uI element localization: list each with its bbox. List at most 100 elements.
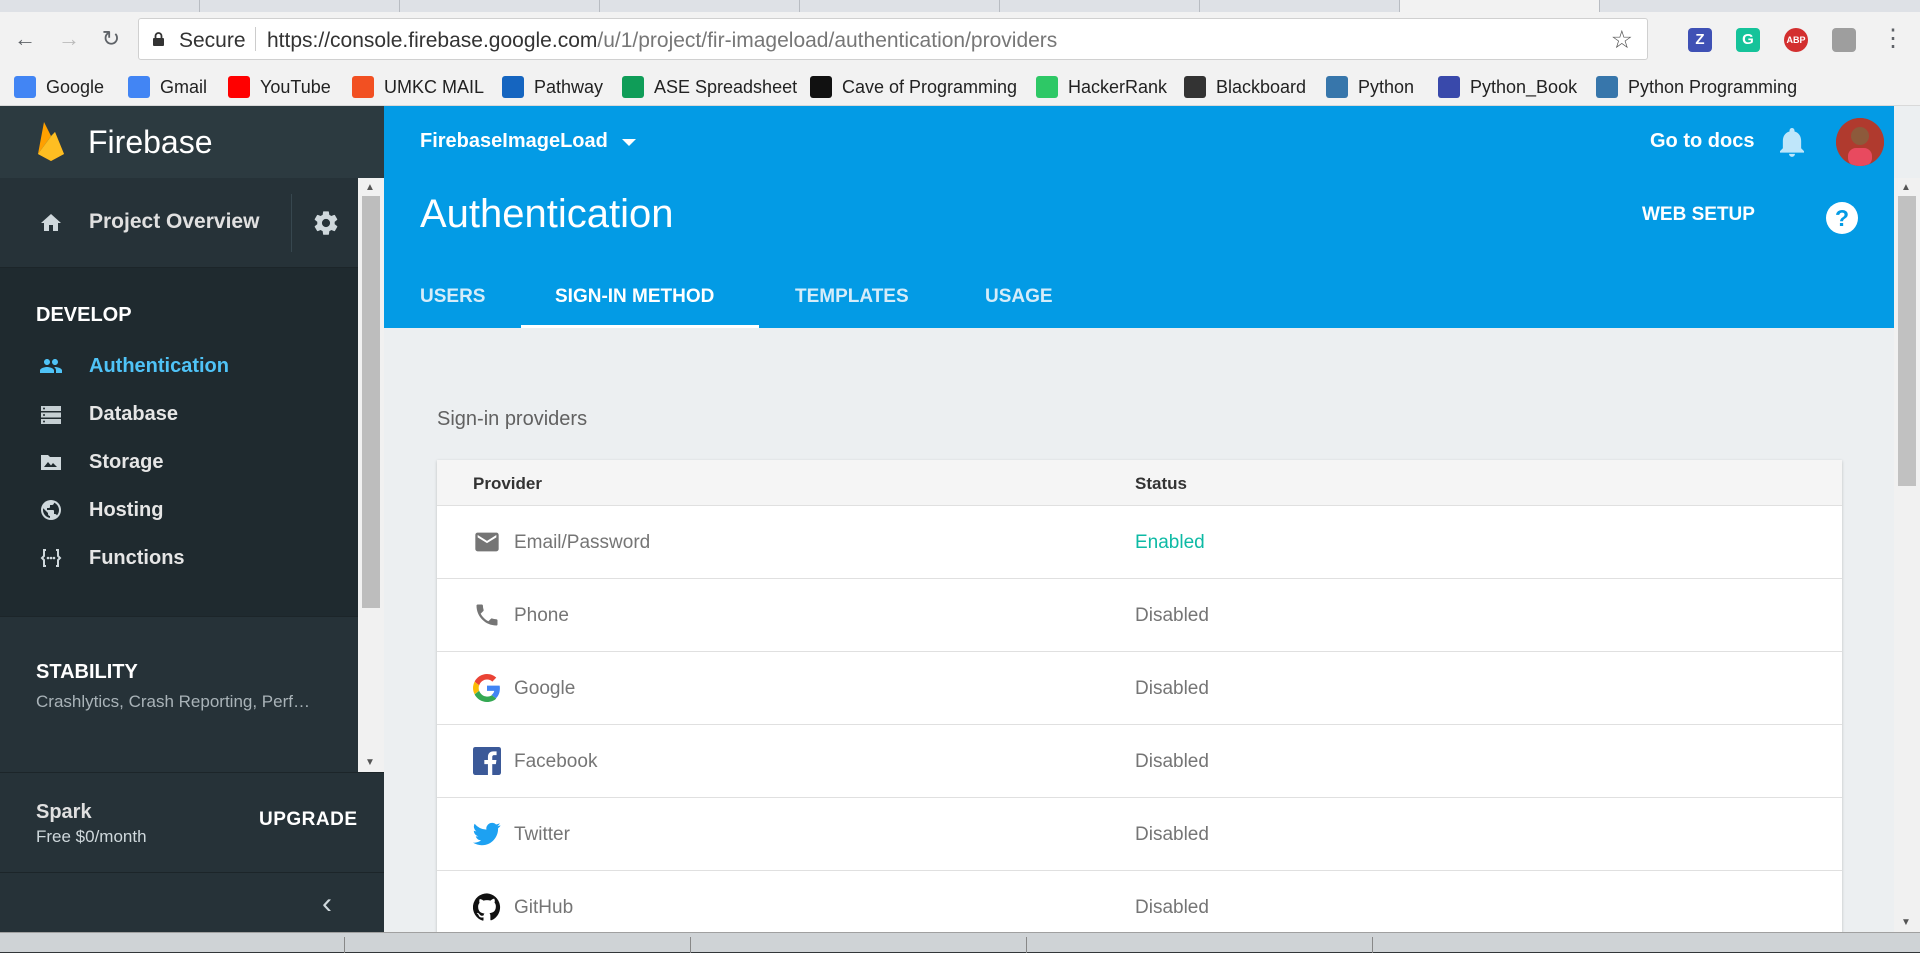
project-selector[interactable]: FirebaseImageLoad: [420, 130, 608, 153]
z-extension-icon[interactable]: Z: [1688, 28, 1712, 52]
browser-tab[interactable]: [800, 0, 1000, 12]
browser-tab-strip: [0, 0, 1920, 12]
bookmark-label: Google: [46, 76, 105, 97]
bookmark-item[interactable]: Python_Book: [1438, 74, 1577, 100]
extension-icon[interactable]: [1832, 28, 1856, 52]
tab-sign-in-method[interactable]: SIGN-IN METHOD: [555, 286, 714, 308]
forward-arrow-icon[interactable]: →: [56, 26, 82, 52]
provider-row-twitter[interactable]: Twitter Disabled: [437, 798, 1842, 871]
bookmark-item[interactable]: HackerRank: [1036, 74, 1167, 100]
provider-row-facebook[interactable]: Facebook Disabled: [437, 725, 1842, 798]
provider-status: Enabled: [1135, 532, 1205, 553]
page-header: FirebaseImageLoad Go to docs Authenticat…: [384, 106, 1894, 328]
globe-icon: [41, 500, 61, 520]
sidebar-item-storage[interactable]: Storage: [0, 440, 358, 484]
browser-tab-active[interactable]: [1400, 0, 1600, 12]
tab-usage[interactable]: USAGE: [985, 286, 1053, 308]
storage-icon: [41, 455, 61, 470]
sidebar-item-label: Functions: [89, 547, 185, 569]
bookmark-label: Cave of Programming: [842, 76, 1018, 97]
project-overview-label: Project Overview: [89, 210, 260, 233]
sidebar-item-authentication[interactable]: Authentication: [0, 344, 358, 388]
project-overview[interactable]: Project Overview: [0, 178, 358, 268]
bookmark-item[interactable]: Pathway: [502, 74, 603, 100]
browser-tab[interactable]: [600, 0, 800, 12]
web-setup-button[interactable]: WEB SETUP: [1642, 204, 1755, 226]
bookmark-label: ASE Spreadsheet: [654, 76, 798, 97]
sidebar-item-hosting[interactable]: Hosting: [0, 488, 358, 532]
bookmark-star-icon[interactable]: ☆: [1611, 25, 1633, 55]
scroll-up-icon[interactable]: ▲: [1901, 182, 1911, 193]
adblock-plus-icon[interactable]: ABP: [1784, 28, 1808, 52]
bookmark-item[interactable]: YouTube: [228, 74, 331, 100]
chevron-left-icon[interactable]: ‹: [322, 887, 332, 921]
bookmark-item[interactable]: ASE Spreadsheet: [622, 74, 797, 100]
back-arrow-icon[interactable]: ←: [12, 26, 38, 52]
bookmark-item[interactable]: Python Programming: [1596, 74, 1797, 100]
provider-row-phone[interactable]: Phone Disabled: [437, 579, 1842, 652]
page-scroll-thumb[interactable]: [1898, 196, 1916, 486]
bar-divider: [690, 937, 691, 953]
settings-gear-icon[interactable]: [312, 209, 340, 237]
stability-heading: STABILITY: [36, 661, 138, 683]
bookmark-favicon-icon: [810, 76, 832, 98]
sidebar-item-functions[interactable]: Functions: [0, 536, 358, 580]
scroll-down-icon[interactable]: ▼: [365, 757, 375, 768]
plan-price: Free $0/month: [36, 827, 147, 846]
secure-label: Secure: [179, 29, 246, 52]
scroll-down-icon[interactable]: ▼: [1901, 917, 1911, 928]
notifications-bell-icon[interactable]: [1778, 126, 1806, 158]
bookmark-favicon-icon: [228, 76, 250, 98]
brand[interactable]: Firebase: [0, 106, 384, 178]
browser-tab[interactable]: [400, 0, 600, 12]
bookmark-item[interactable]: Blackboard: [1184, 74, 1306, 100]
table-header: Provider Status: [437, 460, 1842, 506]
collapse-sidebar[interactable]: ‹: [0, 872, 384, 932]
bookmark-item[interactable]: Google: [14, 74, 104, 100]
help-icon[interactable]: ?: [1826, 202, 1858, 234]
sidebar-scrollbar[interactable]: ▲ ▼: [358, 178, 384, 772]
chrome-menu-icon[interactable]: ⋮: [1880, 26, 1906, 52]
bookmark-item[interactable]: Gmail: [128, 74, 207, 100]
provider-name: Phone: [514, 605, 569, 626]
upgrade-button[interactable]: UPGRADE: [259, 809, 358, 831]
github-icon: [473, 893, 501, 921]
provider-row-google[interactable]: Google Disabled: [437, 652, 1842, 725]
browser-tab[interactable]: [1000, 0, 1200, 12]
scroll-up-icon[interactable]: ▲: [365, 182, 375, 193]
address-bar[interactable]: Secure https://console.firebase.google.c…: [138, 18, 1648, 60]
bookmark-label: Gmail: [160, 76, 208, 97]
caret-down-icon[interactable]: [622, 139, 636, 146]
bookmark-item[interactable]: UMKC MAIL: [352, 74, 484, 100]
user-avatar[interactable]: [1836, 118, 1884, 166]
column-header-provider: Provider: [473, 474, 542, 493]
browser-tab[interactable]: [200, 0, 400, 12]
grammarly-icon[interactable]: G: [1736, 28, 1760, 52]
address-divider: [255, 27, 256, 51]
sidebar-item-label: Hosting: [89, 499, 164, 521]
develop-heading: DEVELOP: [36, 304, 132, 326]
provider-name: Twitter: [514, 824, 570, 845]
bookmark-label: Python: [1358, 76, 1415, 97]
sidebar-item-database[interactable]: Database: [0, 392, 358, 436]
provider-row-github[interactable]: GitHub Disabled: [437, 871, 1842, 932]
provider-status: Disabled: [1135, 824, 1209, 845]
phone-icon: [476, 604, 498, 626]
tab-templates[interactable]: TEMPLATES: [795, 286, 909, 308]
twitter-icon: [473, 822, 501, 846]
browser-tab[interactable]: [0, 0, 200, 12]
bookmark-favicon-icon: [502, 76, 524, 98]
stability-subtitle: Crashlytics, Crash Reporting, Perf…: [36, 692, 310, 711]
plan-name: Spark: [36, 801, 92, 823]
page-scrollbar[interactable]: ▲ ▼: [1894, 178, 1920, 932]
bookmark-item[interactable]: Python: [1326, 74, 1414, 100]
browser-tab[interactable]: [1200, 0, 1400, 12]
url-text[interactable]: https://console.firebase.google.com/u/1/…: [267, 29, 1057, 53]
reload-icon[interactable]: ↻: [98, 26, 124, 52]
bookmark-item[interactable]: Cave of Programming: [810, 74, 1017, 100]
tab-users[interactable]: USERS: [420, 286, 485, 308]
go-to-docs-link[interactable]: Go to docs: [1650, 130, 1754, 153]
sidebar-scroll-thumb[interactable]: [362, 196, 380, 608]
provider-row-email-password[interactable]: Email/Password Enabled: [437, 506, 1842, 579]
firebase-logo-icon: [38, 122, 64, 161]
